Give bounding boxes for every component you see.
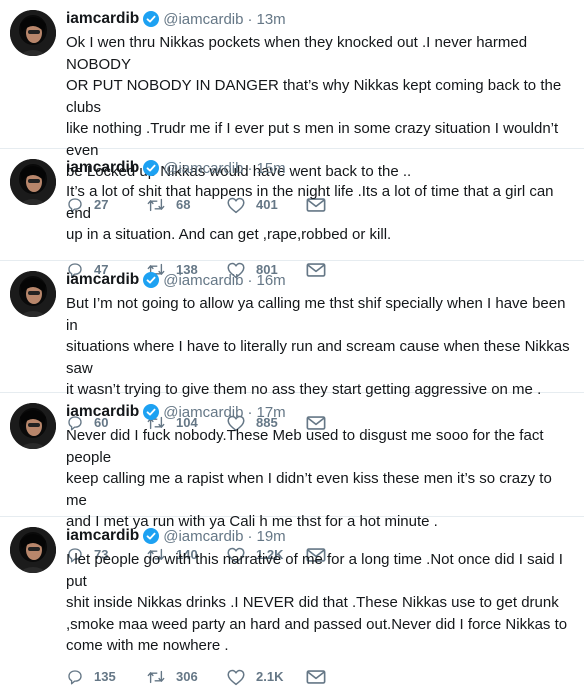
profile-photo-icon: [10, 403, 56, 449]
tweet-text-line: Never did I fuck nobody.These Meb used t…: [66, 427, 544, 466]
username-handle[interactable]: @iamcardib: [163, 11, 243, 28]
username-handle[interactable]: @iamcardib: [163, 404, 243, 421]
tweet-text-line: OR PUT NOBODY IN DANGER that’s why Nikka…: [66, 77, 562, 116]
separator-dot: ·: [247, 527, 253, 545]
tweet-text-line: It’s a lot of shit that happens in the n…: [66, 183, 554, 222]
tweet[interactable]: iamcardib @iamcardib · 17m Never did I f…: [0, 393, 584, 563]
tweet-actions: 135 306 2.1K: [66, 667, 576, 687]
timestamp[interactable]: 16m: [257, 272, 286, 289]
avatar[interactable]: [10, 527, 56, 573]
tweet-feed: iamcardib @iamcardib · 13m Ok I wen thru…: [0, 0, 584, 685]
tweet[interactable]: iamcardib @iamcardib · 15m It’s a lot of…: [0, 149, 584, 278]
tweet-text: It’s a lot of shit that happens in the n…: [66, 181, 576, 246]
tweet[interactable]: iamcardib @iamcardib · 16m But I’m not g…: [0, 261, 584, 431]
tweet-text-line: Ok I wen thru Nikkas pockets when they k…: [66, 34, 528, 73]
profile-photo-icon: [10, 10, 56, 56]
profile-photo-icon: [10, 527, 56, 573]
timestamp[interactable]: 13m: [257, 11, 286, 28]
tweet-text-line: But I’m not going to allow ya calling me…: [66, 295, 566, 334]
reply-icon: [68, 669, 82, 684]
avatar[interactable]: [10, 403, 56, 449]
separator-dot: ·: [247, 403, 253, 421]
display-name[interactable]: iamcardib: [66, 10, 139, 28]
envelope-icon: [306, 669, 326, 684]
verified-badge-icon: [143, 160, 160, 176]
reply-count: 135: [94, 669, 116, 684]
profile-photo-icon: [10, 271, 56, 317]
tweet-text: I let people go with this narrative of m…: [66, 549, 576, 657]
tweet[interactable]: iamcardib @iamcardib · 19m I let people …: [0, 517, 584, 685]
username-handle[interactable]: @iamcardib: [163, 272, 243, 289]
verified-badge-icon: [143, 272, 160, 288]
retweet-button[interactable]: 306: [146, 668, 226, 686]
tweet-text-line: keep calling me a rapist when I didn’t e…: [66, 470, 552, 509]
avatar[interactable]: [10, 10, 56, 56]
username-handle[interactable]: @iamcardib: [163, 160, 243, 177]
tweet[interactable]: iamcardib @iamcardib · 13m Ok I wen thru…: [0, 0, 584, 213]
separator-dot: ·: [247, 271, 253, 289]
heart-icon: [227, 669, 245, 685]
display-name[interactable]: iamcardib: [66, 403, 139, 421]
verified-badge-icon: [143, 404, 160, 420]
separator-dot: ·: [247, 159, 253, 177]
verified-badge-icon: [143, 11, 160, 27]
tweet-text-line: up in a situation. And can get ,rape,rob…: [66, 226, 392, 243]
timestamp[interactable]: 15m: [257, 160, 286, 177]
direct-message-button[interactable]: [306, 669, 330, 685]
retweet-count: 306: [176, 669, 198, 684]
avatar[interactable]: [10, 271, 56, 317]
retweet-icon: [147, 670, 165, 683]
tweet-text-line: situations where I have to literally run…: [66, 338, 570, 377]
like-count: 2.1K: [256, 669, 284, 684]
display-name[interactable]: iamcardib: [66, 271, 139, 289]
tweet-text-line: come with me nowhere .: [66, 637, 229, 654]
verified-badge-icon: [143, 528, 160, 544]
display-name[interactable]: iamcardib: [66, 527, 139, 545]
tweet-text: But I’m not going to allow ya calling me…: [66, 293, 576, 401]
avatar[interactable]: [10, 159, 56, 205]
like-button[interactable]: 2.1K: [226, 668, 306, 686]
reply-button[interactable]: 135: [66, 668, 146, 686]
tweet-text-line: shit inside Nikkas drinks .I NEVER did t…: [66, 594, 559, 611]
timestamp[interactable]: 19m: [257, 528, 286, 545]
tweet-text-line: I let people go with this narrative of m…: [66, 551, 563, 590]
profile-photo-icon: [10, 159, 56, 205]
timestamp[interactable]: 17m: [257, 404, 286, 421]
separator-dot: ·: [247, 10, 253, 28]
username-handle[interactable]: @iamcardib: [163, 528, 243, 545]
tweet-text-line: ,smoke maa weed party an hard and passed…: [66, 615, 568, 633]
display-name[interactable]: iamcardib: [66, 159, 139, 177]
